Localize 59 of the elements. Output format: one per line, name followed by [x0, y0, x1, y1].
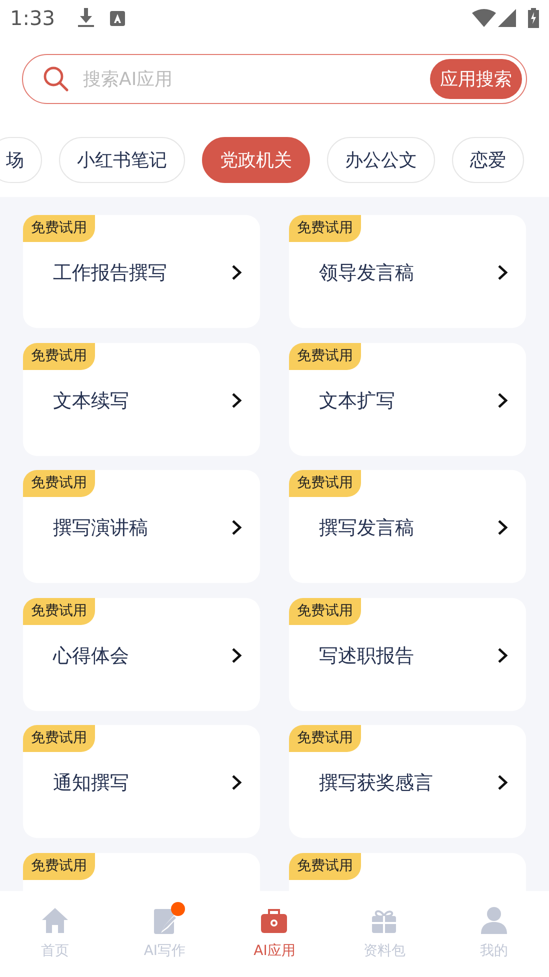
free-trial-tag: 免费试用 — [289, 852, 361, 880]
search-button[interactable]: 应用搜索 — [430, 59, 522, 99]
category-chip[interactable]: 场 — [0, 137, 42, 183]
category-chip[interactable]: 恋爱 — [452, 137, 524, 183]
battery-icon — [528, 8, 539, 28]
app-title: 心得体会 — [53, 644, 129, 668]
app-card[interactable]: 免费试用 文本扩写 — [289, 342, 526, 456]
app-card[interactable]: 免费试用 领导发言稿 — [289, 215, 526, 328]
download-icon — [76, 8, 95, 28]
free-trial-tag: 免费试用 — [289, 342, 361, 370]
status-time: 1:33 — [10, 5, 55, 32]
app-card[interactable]: 免费试用 撰写发言稿 — [289, 470, 526, 583]
chevron-icon — [231, 646, 242, 664]
free-trial-tag: 免费试用 — [23, 215, 95, 242]
free-trial-tag: 免费试用 — [23, 470, 95, 497]
app-title: 撰写演讲稿 — [53, 516, 148, 541]
free-trial-tag: 免费试用 — [23, 725, 95, 752]
app-title: 文本续写 — [53, 388, 129, 414]
chevron-icon — [497, 392, 508, 408]
search-icon — [43, 66, 69, 92]
chevron-icon — [231, 264, 242, 281]
app-title: 通知撰写 — [53, 771, 129, 796]
wifi-icon — [472, 9, 496, 27]
app-card[interactable]: 免费试用 撰写演讲稿 — [23, 470, 260, 583]
free-trial-tag: 免费试用 — [23, 598, 95, 624]
app-card[interactable]: 免费试用 文本续写 — [23, 342, 260, 456]
category-chip[interactable]: 党政机关 — [202, 137, 310, 183]
app-card[interactable]: 免费试用 写述职报告 — [289, 598, 526, 710]
app-title: 文本扩写 — [319, 388, 395, 414]
chevron-icon — [231, 519, 242, 536]
app-card[interactable]: 免费试用 通知撰写 — [23, 725, 260, 838]
free-trial-tag: 免费试用 — [289, 215, 361, 242]
app-card[interactable]: 免费试用 — [289, 852, 526, 891]
category-chip[interactable]: 小红书笔记 — [59, 137, 185, 183]
app-title: 撰写发言稿 — [319, 516, 414, 541]
free-trial-tag: 免费试用 — [23, 342, 95, 370]
app-card[interactable]: 免费试用 撰写获奖感言 — [289, 725, 526, 838]
free-trial-tag: 免费试用 — [289, 598, 361, 624]
free-trial-tag: 免费试用 — [289, 470, 361, 497]
app-title: 工作报告撰写 — [53, 261, 167, 286]
signal-icon — [498, 9, 516, 27]
search-field[interactable]: 搜索AI应用 应用搜索 — [22, 54, 527, 104]
app-title: 写述职报告 — [319, 644, 414, 668]
free-trial-tag: 免费试用 — [23, 852, 95, 880]
chevron-icon — [497, 264, 508, 281]
text-icon — [110, 10, 125, 26]
app-card[interactable]: 免费试用 工作报告撰写 — [23, 215, 260, 328]
app-card[interactable]: 免费试用 — [23, 852, 260, 891]
chevron-icon — [497, 646, 508, 664]
app-title: 撰写获奖感言 — [319, 771, 433, 796]
chevron-icon — [497, 519, 508, 536]
chevron-icon — [497, 774, 508, 791]
app-card[interactable]: 免费试用 心得体会 — [23, 598, 260, 710]
tab-item[interactable]: AI应用 — [220, 891, 330, 977]
app-title: 领导发言稿 — [319, 261, 414, 286]
chevron-icon — [231, 774, 242, 791]
category-chip[interactable]: 办公公文 — [327, 137, 435, 183]
free-trial-tag: 免费试用 — [289, 725, 361, 752]
chevron-icon — [231, 392, 242, 408]
